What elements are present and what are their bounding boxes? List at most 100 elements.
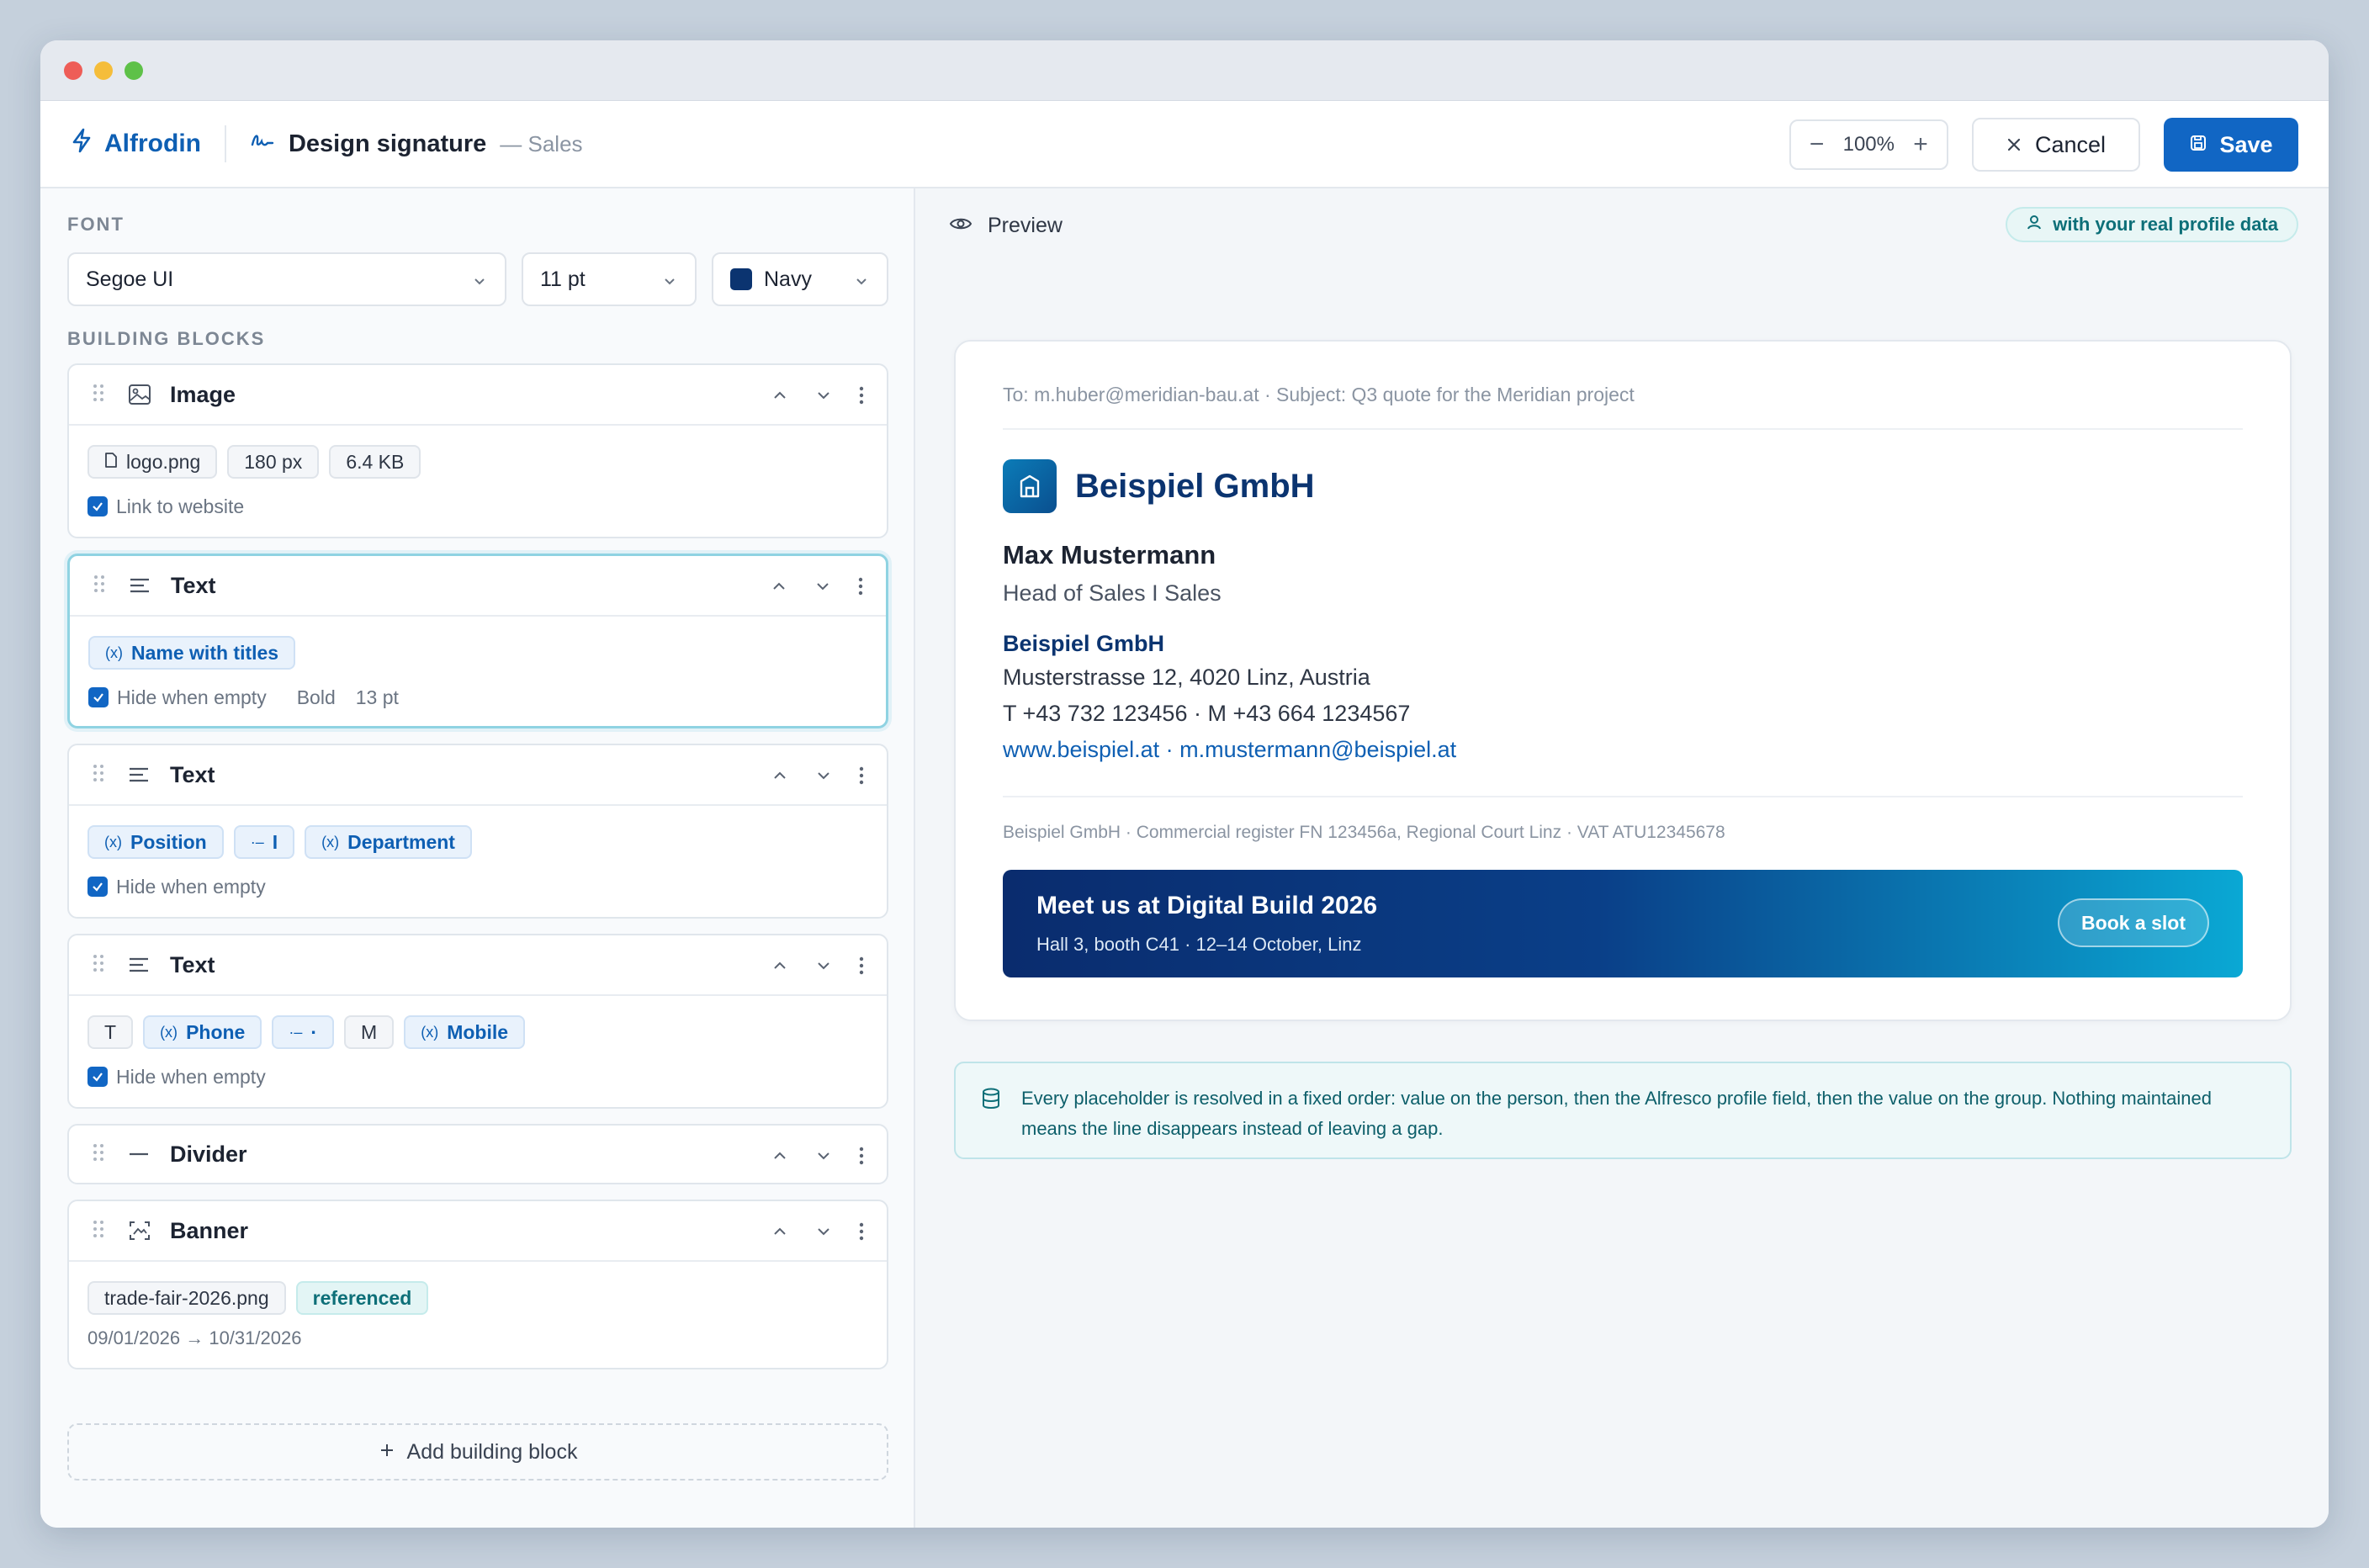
color-swatch	[730, 268, 752, 290]
real-profile-data-toggle[interactable]: with your real profile data	[2006, 207, 2298, 242]
chevron-down-icon	[661, 271, 678, 295]
zoom-in-button[interactable]: +	[1910, 130, 1932, 159]
signature-links[interactable]: www.beispiel.at · m.mustermann@beispiel.…	[1003, 737, 1456, 763]
font-section-label: FONT	[67, 214, 125, 235]
divider-icon	[128, 1145, 153, 1163]
block-banner[interactable]: Banner trade-fair-2026.png referenced 09…	[67, 1200, 888, 1369]
block-title: Text	[171, 572, 216, 598]
header-divider	[224, 125, 226, 162]
font-family-select[interactable]: Segoe UI	[67, 252, 506, 306]
block-image[interactable]: Image logo.png 180 px 6.4 KB Link to web…	[67, 363, 888, 538]
size-chip: 6.4 KB	[329, 445, 421, 479]
close-icon	[2006, 132, 2022, 158]
info-note: Every placeholder is resolved in a fixed…	[954, 1062, 2292, 1159]
variable-label: Department	[347, 830, 455, 853]
size-meta: 13 pt	[355, 686, 399, 708]
separator-chip[interactable]: ·– ·	[272, 1015, 335, 1049]
hide-when-empty-option[interactable]: Hide when empty	[87, 1062, 868, 1092]
chevron-up-icon[interactable]	[771, 386, 789, 409]
banner-icon	[128, 1220, 153, 1242]
chevron-down-icon[interactable]	[814, 1222, 833, 1245]
chevron-down-icon[interactable]	[814, 1147, 833, 1169]
hide-when-empty-option[interactable]: Hide when empty Bold 13 pt	[88, 682, 867, 712]
preview-label: Preview	[988, 214, 1063, 237]
link-to-website-option[interactable]: Link to website	[87, 491, 868, 522]
more-icon[interactable]	[857, 576, 864, 601]
drag-handle-icon[interactable]	[93, 763, 111, 787]
drag-handle-icon[interactable]	[93, 953, 111, 977]
static-text-chip[interactable]: M	[344, 1015, 395, 1049]
plus-icon	[379, 1440, 395, 1465]
brand[interactable]: Alfrodin	[71, 128, 201, 160]
separator-chip[interactable]: ·– I	[233, 825, 295, 859]
more-icon[interactable]	[858, 765, 865, 790]
chevron-up-icon[interactable]	[771, 956, 789, 979]
banner-title: Meet us at Digital Build 2026	[1036, 892, 1378, 919]
banner-file-chip: trade-fair-2026.png	[87, 1281, 286, 1315]
more-icon[interactable]	[858, 1221, 865, 1246]
static-text-chip[interactable]: T	[87, 1015, 134, 1049]
preview-header: Preview	[949, 214, 1063, 238]
checkbox[interactable]	[88, 687, 109, 707]
checkbox-label: Hide when empty	[116, 875, 266, 898]
company-logo-text: Beispiel GmbH	[1075, 467, 1315, 505]
block-title: Image	[170, 381, 236, 407]
signature-role: Head of Sales I Sales	[1003, 580, 1222, 606]
signature-address: Musterstrasse 12, 4020 Linz, Austria	[1003, 665, 1370, 690]
chevron-up-icon[interactable]	[771, 1147, 789, 1169]
block-text-phone[interactable]: Text T (x)Phone ·–· M (x)Mobile Hide	[67, 934, 888, 1109]
variable-chip[interactable]: (x) Mobile	[404, 1015, 526, 1049]
font-color-select[interactable]: Navy	[712, 252, 888, 306]
referenced-badge: referenced	[295, 1281, 429, 1315]
chevron-down-icon[interactable]	[814, 766, 833, 789]
preview-panel: Preview with your real profile data To: …	[917, 188, 2329, 1528]
block-title: Banner	[170, 1217, 249, 1243]
banner-date-range: 09/01/2026 → 10/31/2026	[87, 1327, 302, 1348]
zoom-out-button[interactable]: −	[1806, 130, 1828, 159]
chevron-down-icon[interactable]	[814, 956, 833, 979]
block-divider[interactable]: Divider	[67, 1124, 888, 1184]
drag-handle-icon[interactable]	[93, 1219, 111, 1243]
add-building-block-button[interactable]: Add building block	[67, 1423, 888, 1481]
variable-chip[interactable]: (x) Name with titles	[88, 636, 296, 670]
signature-preview-card: To: m.huber@meridian-bau.at · Subject: Q…	[954, 340, 2292, 1021]
font-size-select[interactable]: 11 pt	[522, 252, 697, 306]
maximize-window-button[interactable]	[125, 61, 143, 80]
more-icon[interactable]	[858, 956, 865, 980]
cancel-button[interactable]: Cancel	[1972, 118, 2140, 172]
variable-label: Position	[130, 830, 207, 853]
chevron-down-icon[interactable]	[814, 386, 833, 409]
chevron-down-icon[interactable]	[814, 577, 832, 600]
company-logo: Beispiel GmbH	[1003, 459, 1315, 513]
checkbox[interactable]	[87, 877, 108, 897]
chevron-up-icon[interactable]	[770, 577, 788, 600]
block-text-position[interactable]: Text (x) Position ·– I (x) Department Hide …	[67, 744, 888, 919]
variable-icon: (x)	[421, 1023, 439, 1041]
checkbox[interactable]	[87, 496, 108, 516]
chevron-up-icon[interactable]	[771, 1222, 789, 1245]
variable-chip[interactable]: (x) Position	[87, 825, 224, 859]
drag-handle-icon[interactable]	[93, 1142, 111, 1167]
variable-chip[interactable]: (x) Phone	[143, 1015, 262, 1049]
more-icon[interactable]	[858, 1146, 865, 1170]
event-banner[interactable]: Meet us at Digital Build 2026 Hall 3, bo…	[1003, 870, 2243, 977]
variable-label: Name with titles	[131, 641, 279, 664]
book-slot-button[interactable]: Book a slot	[2058, 898, 2209, 947]
close-window-button[interactable]	[64, 61, 82, 80]
drag-handle-icon[interactable]	[93, 574, 112, 598]
checkbox[interactable]	[87, 1067, 108, 1087]
drag-handle-icon[interactable]	[93, 383, 111, 407]
chevron-up-icon[interactable]	[771, 766, 789, 789]
minimize-window-button[interactable]	[94, 61, 113, 80]
separator-label: ·	[310, 1020, 318, 1043]
text-align-icon	[128, 956, 153, 974]
hide-when-empty-option[interactable]: Hide when empty	[87, 871, 868, 902]
variable-icon: (x)	[321, 833, 340, 850]
separator-icon: ·–	[289, 1023, 303, 1041]
legal-line: Beispiel GmbH · Commercial register FN 1…	[1003, 796, 2243, 843]
block-text-name[interactable]: Text (x) Name with titles Hide when empty…	[67, 554, 888, 728]
save-button[interactable]: Save	[2164, 118, 2298, 172]
more-icon[interactable]	[858, 385, 865, 410]
bolt-icon	[71, 128, 93, 160]
variable-chip[interactable]: (x) Department	[305, 825, 472, 859]
